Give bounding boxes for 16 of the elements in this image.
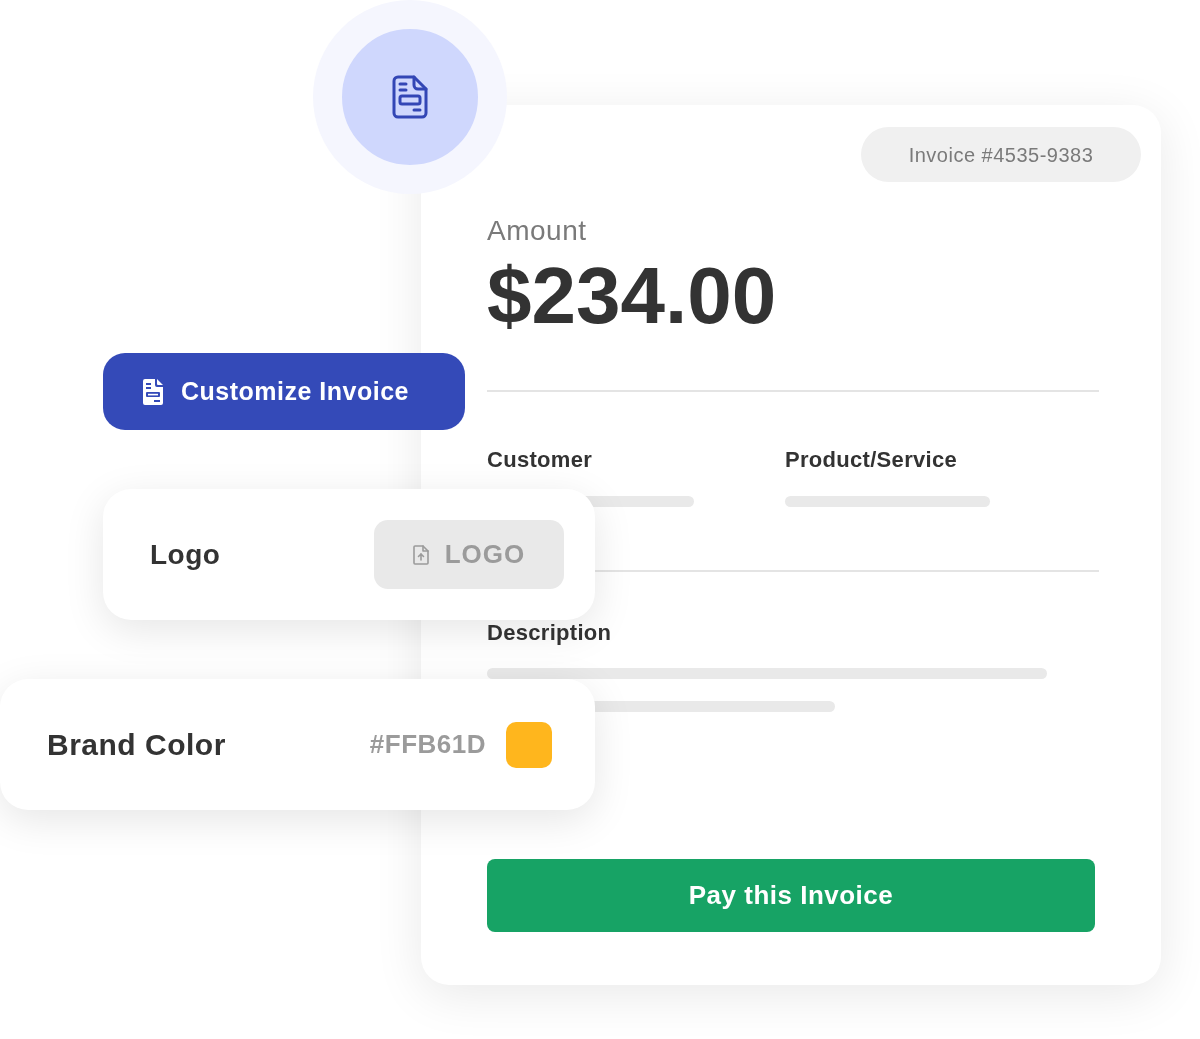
logo-label: Logo xyxy=(150,537,221,572)
file-upload-icon xyxy=(412,544,429,565)
upload-logo-button[interactable]: LOGO xyxy=(374,520,564,589)
color-hex-value: #FFB61D xyxy=(369,728,486,761)
document-icon xyxy=(143,378,163,405)
field-label: Customer xyxy=(487,446,593,474)
field-label: Product/Service xyxy=(785,446,957,474)
brand-color-label: Brand Color xyxy=(47,727,226,763)
invoice-number-badge: Invoice #4535-9383 xyxy=(861,127,1141,182)
pay-button[interactable]: Pay this Invoice xyxy=(487,859,1095,932)
amount-label: Amount xyxy=(487,214,588,248)
customize-invoice-button[interactable]: Customize Invoice xyxy=(103,353,465,430)
amount-value: $234.00 xyxy=(487,256,777,336)
description-label: Description xyxy=(487,619,612,647)
document-icon xyxy=(392,75,428,119)
color-swatch-icon[interactable] xyxy=(506,721,552,768)
